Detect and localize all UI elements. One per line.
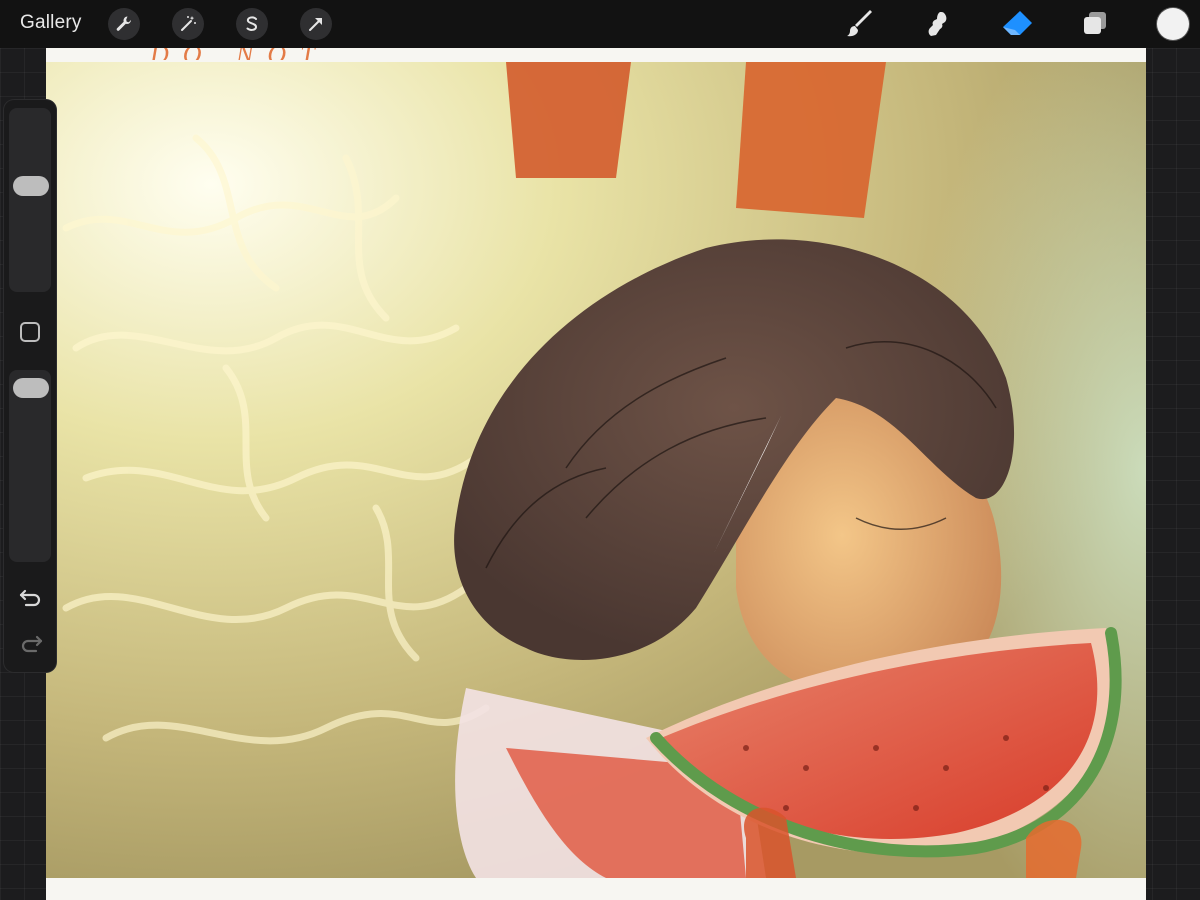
brush-size-slider[interactable] [9, 108, 51, 292]
transform-arrow-icon [309, 18, 322, 31]
selection-icon [246, 16, 258, 31]
selection-button[interactable] [236, 8, 268, 40]
eraser-icon [1003, 11, 1032, 35]
top-toolbar: Gallery [0, 0, 1200, 48]
redo-icon[interactable] [18, 632, 44, 656]
undo-icon[interactable] [18, 586, 44, 610]
transform-button[interactable] [300, 8, 332, 40]
brush-size-handle[interactable] [13, 176, 49, 196]
smudge-tool[interactable] [922, 8, 956, 40]
left-sidebar [4, 100, 56, 672]
modify-square-icon[interactable] [20, 322, 40, 342]
actions-button[interactable] [108, 8, 140, 40]
artwork-painting [46, 62, 1146, 878]
brush-icon [847, 10, 872, 37]
adjustments-button[interactable] [172, 8, 204, 40]
opacity-slider[interactable] [9, 370, 51, 562]
eraser-tool[interactable] [1000, 8, 1034, 40]
wrench-icon [116, 16, 131, 31]
gallery-button[interactable]: Gallery [20, 12, 82, 34]
layers-button[interactable] [1078, 8, 1112, 40]
layers-icon [1084, 12, 1106, 34]
brush-tool[interactable] [843, 8, 877, 40]
drawing-canvas[interactable]: DO NOT REPLY [46, 48, 1146, 900]
magic-wand-icon [181, 16, 196, 31]
opacity-handle[interactable] [13, 378, 49, 398]
sketch-note-text: DO NOT REPLY [150, 48, 440, 60]
color-picker-swatch[interactable] [1157, 8, 1189, 40]
smudge-icon [928, 12, 947, 36]
